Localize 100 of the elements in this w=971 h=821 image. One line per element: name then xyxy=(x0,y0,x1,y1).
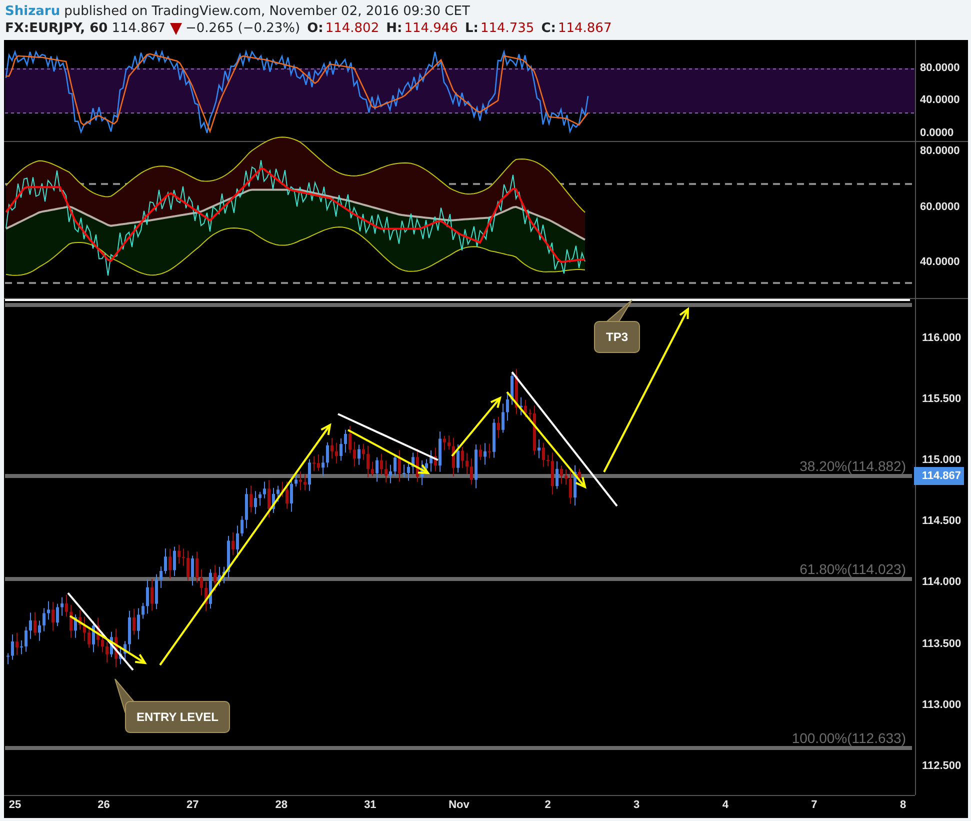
candlestick xyxy=(281,481,284,498)
candlestick xyxy=(358,444,360,466)
candlestick xyxy=(119,646,122,665)
candlestick xyxy=(574,464,576,506)
candlestick xyxy=(106,642,108,663)
candlestick xyxy=(214,564,216,592)
candlestick xyxy=(6,652,10,665)
publish-info: published on TradingView.com, November 02, 2016 09:30 CET xyxy=(64,4,470,19)
fib-level-label: 38.20%(114.882) xyxy=(800,458,906,474)
candlestick xyxy=(222,566,226,584)
candlestick xyxy=(24,626,28,652)
candlestick xyxy=(178,544,180,564)
candlestick xyxy=(34,612,36,636)
candlestick xyxy=(452,437,455,477)
candlestick xyxy=(344,429,347,453)
ohlc-value: 114.735 xyxy=(480,21,534,36)
candlestick xyxy=(74,614,77,638)
candlestick xyxy=(168,548,172,579)
fib-level-label: 100.00%(112.633) xyxy=(792,730,906,746)
author-link[interactable]: Shizaru xyxy=(5,4,60,19)
candlestick xyxy=(551,452,554,495)
axis-label: 80.0000 xyxy=(920,62,960,75)
candlestick xyxy=(506,392,509,422)
candlestick xyxy=(394,454,396,476)
axis-label: 40.0000 xyxy=(920,94,960,107)
candlestick xyxy=(128,610,131,652)
callout-label: ENTRY LEVEL xyxy=(125,701,230,733)
candlestick xyxy=(124,640,126,661)
candlestick xyxy=(268,480,270,518)
fib-level-label: 61.80%(114.023) xyxy=(800,561,906,577)
candlestick xyxy=(137,608,140,640)
candlestick xyxy=(546,454,550,467)
candlestick xyxy=(204,581,208,612)
candlestick xyxy=(569,470,572,504)
candlestick xyxy=(312,456,316,472)
candlestick xyxy=(196,551,198,584)
candlestick xyxy=(308,458,311,492)
candlestick xyxy=(272,487,275,514)
time-axis-label: 25 xyxy=(8,799,22,812)
price-axis-label: 116.000 xyxy=(922,332,962,345)
candlestick xyxy=(92,620,95,653)
candlestick xyxy=(114,628,118,668)
candlestick xyxy=(474,444,478,489)
candlestick xyxy=(384,460,388,483)
axis-label: 40.0000 xyxy=(920,256,960,269)
price-axis-label: 114.000 xyxy=(922,576,962,590)
candlestick xyxy=(200,568,203,596)
candlestick xyxy=(564,468,568,486)
price-axis-label: 113.500 xyxy=(922,638,962,650)
candlestick xyxy=(164,548,167,574)
candlestick xyxy=(330,438,334,460)
candlestick xyxy=(438,431,442,472)
candlestick xyxy=(317,454,320,472)
candlestick xyxy=(556,460,558,490)
ohlc-label: H: xyxy=(386,21,402,36)
candlestick xyxy=(155,574,158,610)
candlestick xyxy=(479,444,482,461)
candlestick xyxy=(416,448,419,482)
candlestick xyxy=(101,631,104,653)
time-axis-label: 2 xyxy=(544,799,551,812)
candlestick xyxy=(425,458,428,472)
candlestick xyxy=(70,604,72,638)
candlestick xyxy=(348,426,352,454)
axis-label: 0.0000 xyxy=(920,127,954,140)
time-axis-label: 8 xyxy=(900,799,906,812)
ohlc-value: 114.867 xyxy=(558,21,612,36)
candlestick xyxy=(497,416,500,439)
candlestick xyxy=(492,418,496,458)
candlestick xyxy=(528,408,532,422)
candlestick xyxy=(78,610,82,630)
candlestick xyxy=(132,608,136,636)
candlestick xyxy=(560,465,563,484)
candlestick xyxy=(538,438,540,459)
candlestick xyxy=(578,468,581,482)
ohlc-label: C: xyxy=(541,21,556,36)
candlestick xyxy=(376,456,378,482)
candlestick xyxy=(434,447,437,472)
candlestick xyxy=(502,403,504,434)
candlestick xyxy=(232,532,234,556)
candlestick xyxy=(290,478,293,512)
candlestick xyxy=(186,550,190,581)
price-axis-label: 112.500 xyxy=(922,760,962,773)
candlestick xyxy=(250,485,252,513)
candlestick xyxy=(448,435,450,450)
candlestick xyxy=(353,441,356,467)
price-axis-label: 114.500 xyxy=(922,515,962,528)
axis-label: 60.0000 xyxy=(920,201,960,214)
candlestick xyxy=(286,481,288,510)
candlestick xyxy=(20,640,23,655)
candlestick xyxy=(533,405,536,456)
price-axis-label: 113.000 xyxy=(922,698,962,712)
candlestick xyxy=(160,566,162,588)
price-axis-label: 115.000 xyxy=(922,454,962,468)
candlestick xyxy=(366,445,370,478)
candlestick xyxy=(88,626,90,648)
candlestick xyxy=(245,488,248,529)
time-axis-label: 27 xyxy=(186,799,199,812)
candlestick xyxy=(326,442,329,468)
candlestick xyxy=(258,491,262,506)
candlestick xyxy=(236,525,239,558)
